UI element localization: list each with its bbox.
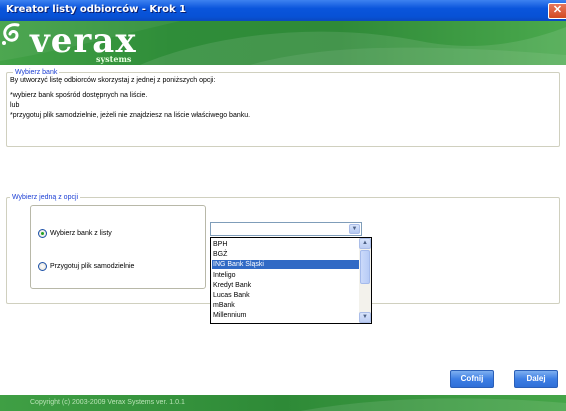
- bank-option[interactable]: BGŻ: [212, 250, 361, 259]
- list-scrollbar[interactable]: ▲ ▼: [359, 238, 371, 323]
- bank-option[interactable]: mBank: [212, 301, 361, 310]
- main-panel: Wybierz bank By utworzyć listę odbiorców…: [6, 65, 560, 385]
- logo-text: verax: [30, 21, 137, 61]
- info-line-choose-bank: *wybierz bank spośród dostępnych na liśc…: [10, 92, 148, 99]
- bank-option[interactable]: Lucas Bank: [212, 291, 361, 300]
- bank-option[interactable]: Millennium: [212, 311, 361, 320]
- bank-dropdown-list[interactable]: BPH BGŻ ING Bank Śląski Inteligo Kredyt …: [210, 237, 372, 324]
- bank-option[interactable]: BPH: [212, 240, 361, 249]
- bank-option-selected[interactable]: ING Bank Śląski: [212, 260, 361, 269]
- logo-swirl-icon: [2, 23, 20, 45]
- radio-prepare-file-label: Przygotuj plik samodzielnie: [50, 263, 135, 270]
- logo-subtitle: systems: [96, 54, 132, 64]
- radio-choose-from-list[interactable]: Wybierz bank z listy: [38, 229, 112, 238]
- radio-button-checked[interactable]: [38, 229, 47, 238]
- bank-option[interactable]: Kredyt Bank: [212, 281, 361, 290]
- close-icon: ✕: [552, 4, 563, 16]
- info-line-intro: By utworzyć listę odbiorców skorzystaj z…: [10, 77, 216, 84]
- bank-dropdown[interactable]: ▼: [210, 222, 362, 236]
- bank-option[interactable]: Inteligo: [212, 271, 361, 280]
- title-bar: Kreator listy odbiorców - Krok 1 ✕: [0, 0, 566, 21]
- chevron-down-icon[interactable]: ▼: [359, 312, 371, 323]
- window-title: Kreator listy odbiorców - Krok 1: [6, 4, 187, 15]
- options-legend: Wybierz jedną z opcji: [12, 194, 79, 201]
- chevron-up-icon[interactable]: ▲: [359, 238, 371, 249]
- back-button[interactable]: Cofnij: [450, 370, 494, 388]
- next-button[interactable]: Dalej: [514, 370, 558, 388]
- radio-options-box: [30, 205, 206, 289]
- info-line-or: lub: [10, 102, 20, 109]
- bank-info-legend: Wybierz bank: [15, 69, 58, 76]
- radio-prepare-file[interactable]: Przygotuj plik samodzielnie: [38, 262, 134, 271]
- bank-info-group: Wybierz bank By utworzyć listę odbiorców…: [6, 69, 560, 147]
- footer-bar: Copyright (c) 2003-2009 Verax Systems ve…: [0, 395, 566, 411]
- chevron-down-icon[interactable]: ▼: [349, 224, 360, 234]
- copyright-text: Copyright (c) 2003-2009 Verax Systems ve…: [30, 399, 185, 406]
- radio-choose-from-list-label: Wybierz bank z listy: [50, 230, 112, 237]
- scrollbar-thumb[interactable]: [360, 250, 370, 284]
- close-button[interactable]: ✕: [548, 3, 566, 19]
- radio-button-unchecked[interactable]: [38, 262, 47, 271]
- info-line-prepare-file: *przygotuj plik samodzielnie, jeżeli nie…: [10, 112, 251, 119]
- brand-header: verax systems: [0, 21, 566, 65]
